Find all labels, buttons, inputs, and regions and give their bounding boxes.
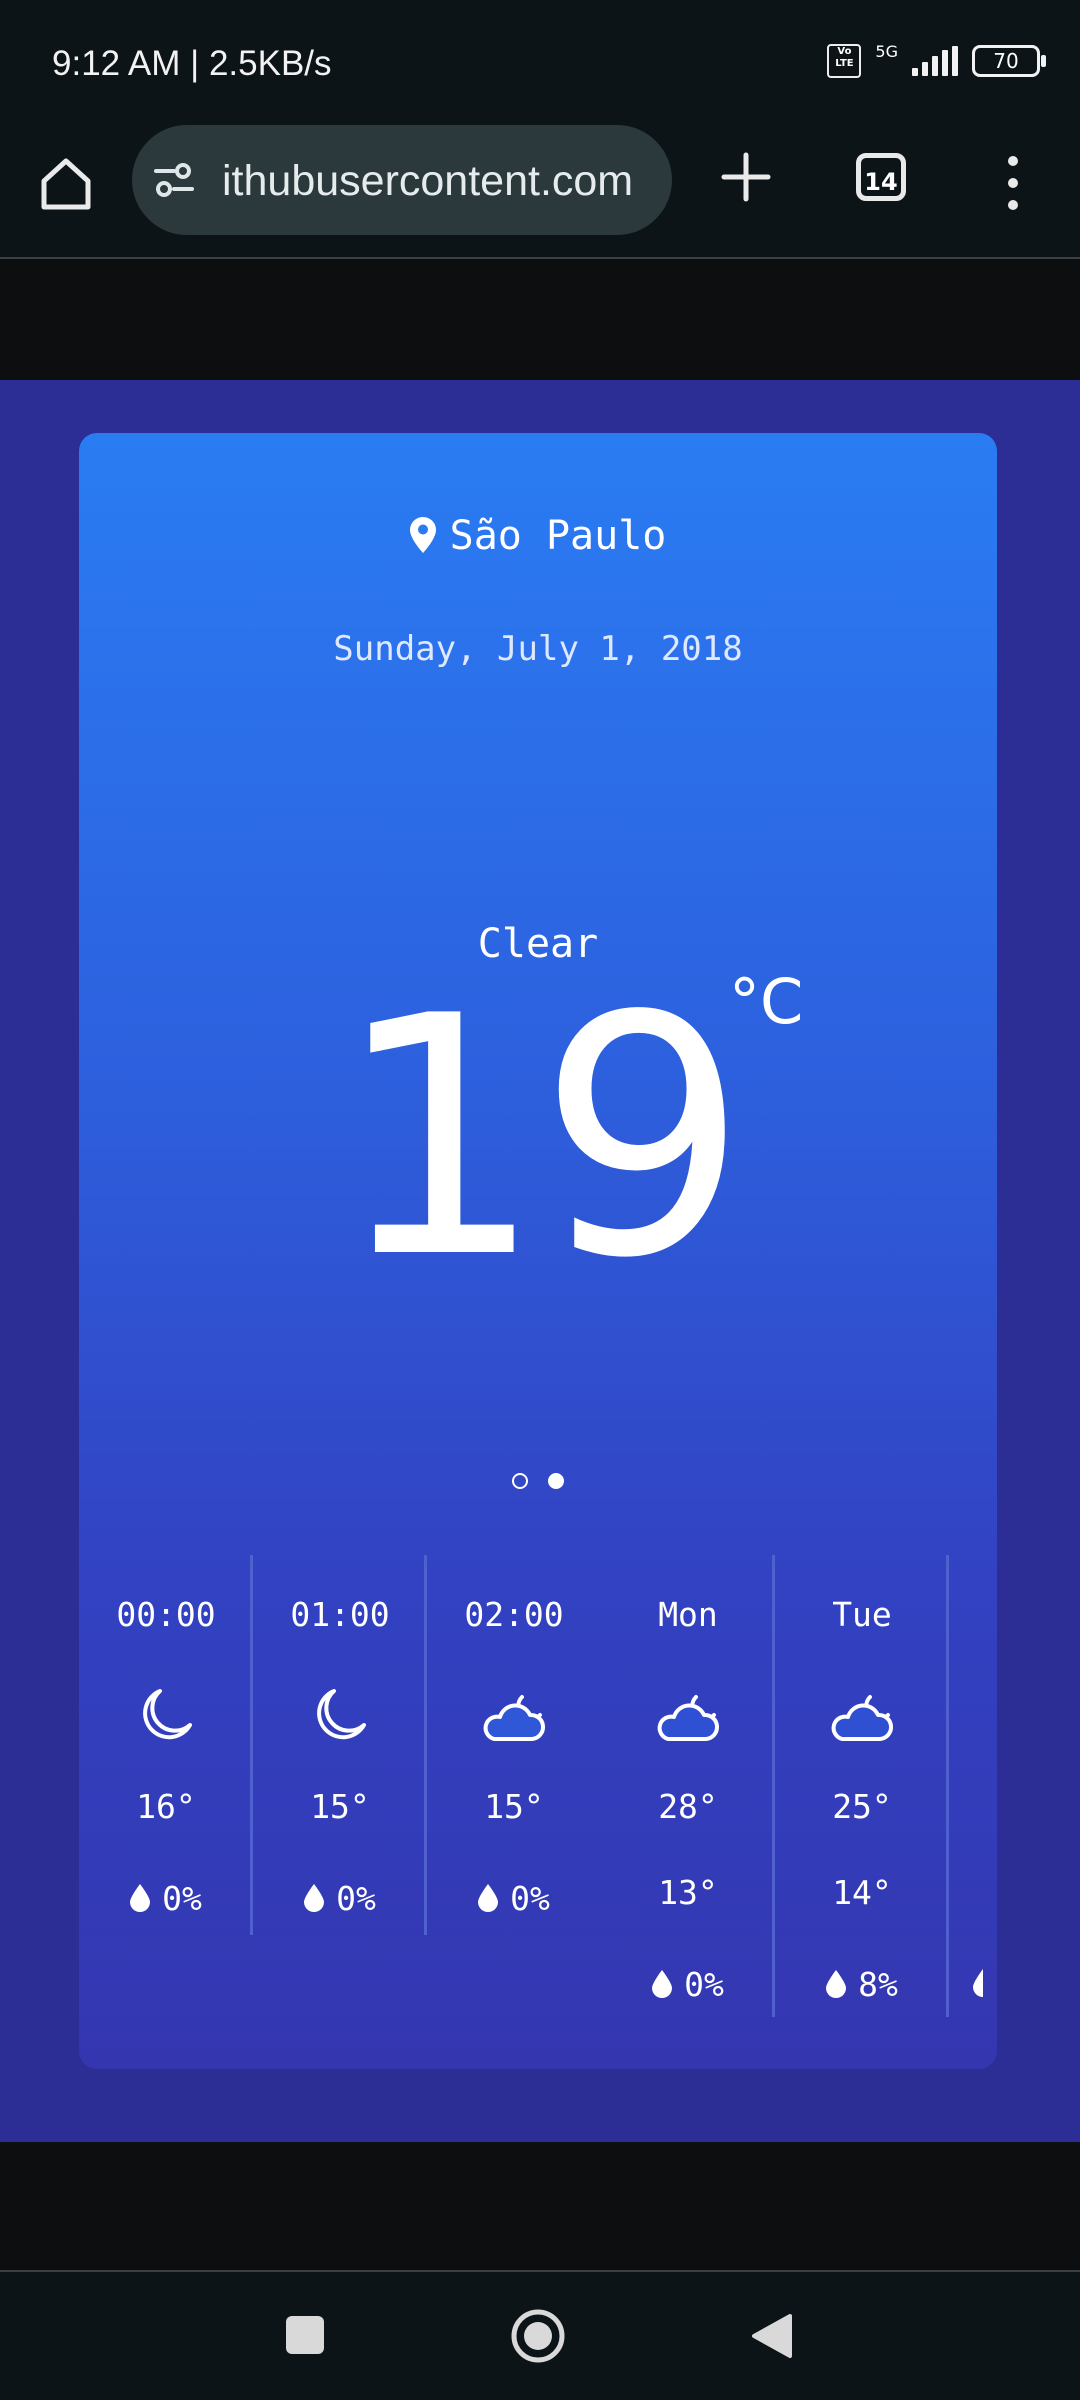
page-indicator[interactable] (79, 1473, 997, 1489)
current-temperature: 19 (334, 946, 748, 1330)
page-bottom-margin (0, 2142, 1080, 2272)
status-bar: 9:12 AM | 2.5KB/s Vo LTE 5G 70 (0, 0, 1080, 125)
page-dot-1[interactable] (512, 1473, 528, 1489)
forecast-rain: 0% (253, 1879, 427, 1918)
page-top-margin (0, 259, 1080, 379)
forecast-rain: 0% (79, 1879, 253, 1918)
browser-toolbar: ithubusercontent.com 14 (0, 125, 1080, 259)
home-button[interactable] (510, 2308, 566, 2364)
forecast-strip[interactable]: 00:00 16° 0% 01:00 15° 0% 02:00 15° 0% M… (79, 1555, 997, 2035)
raindrop-icon (478, 1884, 499, 1912)
location-pin-icon (409, 517, 436, 553)
forecast-temp: 15° (484, 1787, 544, 1826)
battery-icon: 70 (972, 45, 1046, 77)
more-options-icon[interactable] (1000, 155, 1026, 211)
signal-icon (912, 46, 958, 76)
page-dot-2[interactable] (548, 1473, 564, 1489)
raindrop-icon (973, 1969, 983, 1997)
recents-button[interactable] (286, 2316, 324, 2354)
new-tab-icon[interactable] (716, 147, 776, 207)
moon-icon (317, 1689, 366, 1740)
forecast-time: 02:00 (464, 1595, 564, 1634)
forecast-high: 25° (832, 1787, 892, 1826)
forecast-rain: 0% (601, 1965, 775, 2004)
temperature-unit: °C (729, 965, 804, 1038)
cloud-sun-icon (657, 1695, 719, 1741)
forecast-low: 13° (658, 1873, 718, 1912)
forecast-temp: 16° (136, 1787, 196, 1826)
forecast-rain: 0% (427, 1879, 601, 1918)
raindrop-icon (130, 1884, 151, 1912)
url-text[interactable]: ithubusercontent.com (222, 157, 633, 206)
forecast-low: 14° (832, 1873, 892, 1912)
raindrop-icon (652, 1970, 673, 1998)
forecast-rain: 8% (775, 1965, 949, 2004)
network-type: 5G (875, 41, 898, 61)
raindrop-icon (304, 1884, 325, 1912)
site-settings-icon[interactable] (154, 161, 194, 201)
weather-card: São Paulo Sunday, July 1, 2018 Clear 19 … (79, 433, 997, 2069)
volte-badge: Vo LTE (827, 44, 862, 78)
forecast-day: Tue (832, 1595, 892, 1634)
tab-switcher-button[interactable]: 14 (856, 153, 906, 201)
cloud-moon-icon (483, 1695, 545, 1741)
forecast-time: 00:00 (116, 1595, 216, 1634)
forecast-time: 01:00 (290, 1595, 390, 1634)
forecast-temp: 15° (310, 1787, 370, 1826)
moon-icon (143, 1689, 192, 1740)
status-indicators: Vo LTE 5G 70 (827, 41, 1046, 78)
forecast-day: Mon (658, 1595, 718, 1634)
address-bar[interactable]: ithubusercontent.com (132, 125, 672, 235)
current-date: Sunday, July 1, 2018 (333, 629, 743, 669)
back-button[interactable] (748, 2312, 794, 2360)
cloud-sun-icon (831, 1695, 893, 1741)
location-name: São Paulo (449, 513, 667, 559)
home-icon[interactable] (36, 153, 96, 213)
raindrop-icon (826, 1970, 847, 1998)
status-time: 9:12 AM | 2.5KB/s (52, 44, 332, 83)
system-nav-bar (0, 2272, 1080, 2400)
forecast-high: 28° (658, 1787, 718, 1826)
location: São Paulo (79, 513, 997, 559)
